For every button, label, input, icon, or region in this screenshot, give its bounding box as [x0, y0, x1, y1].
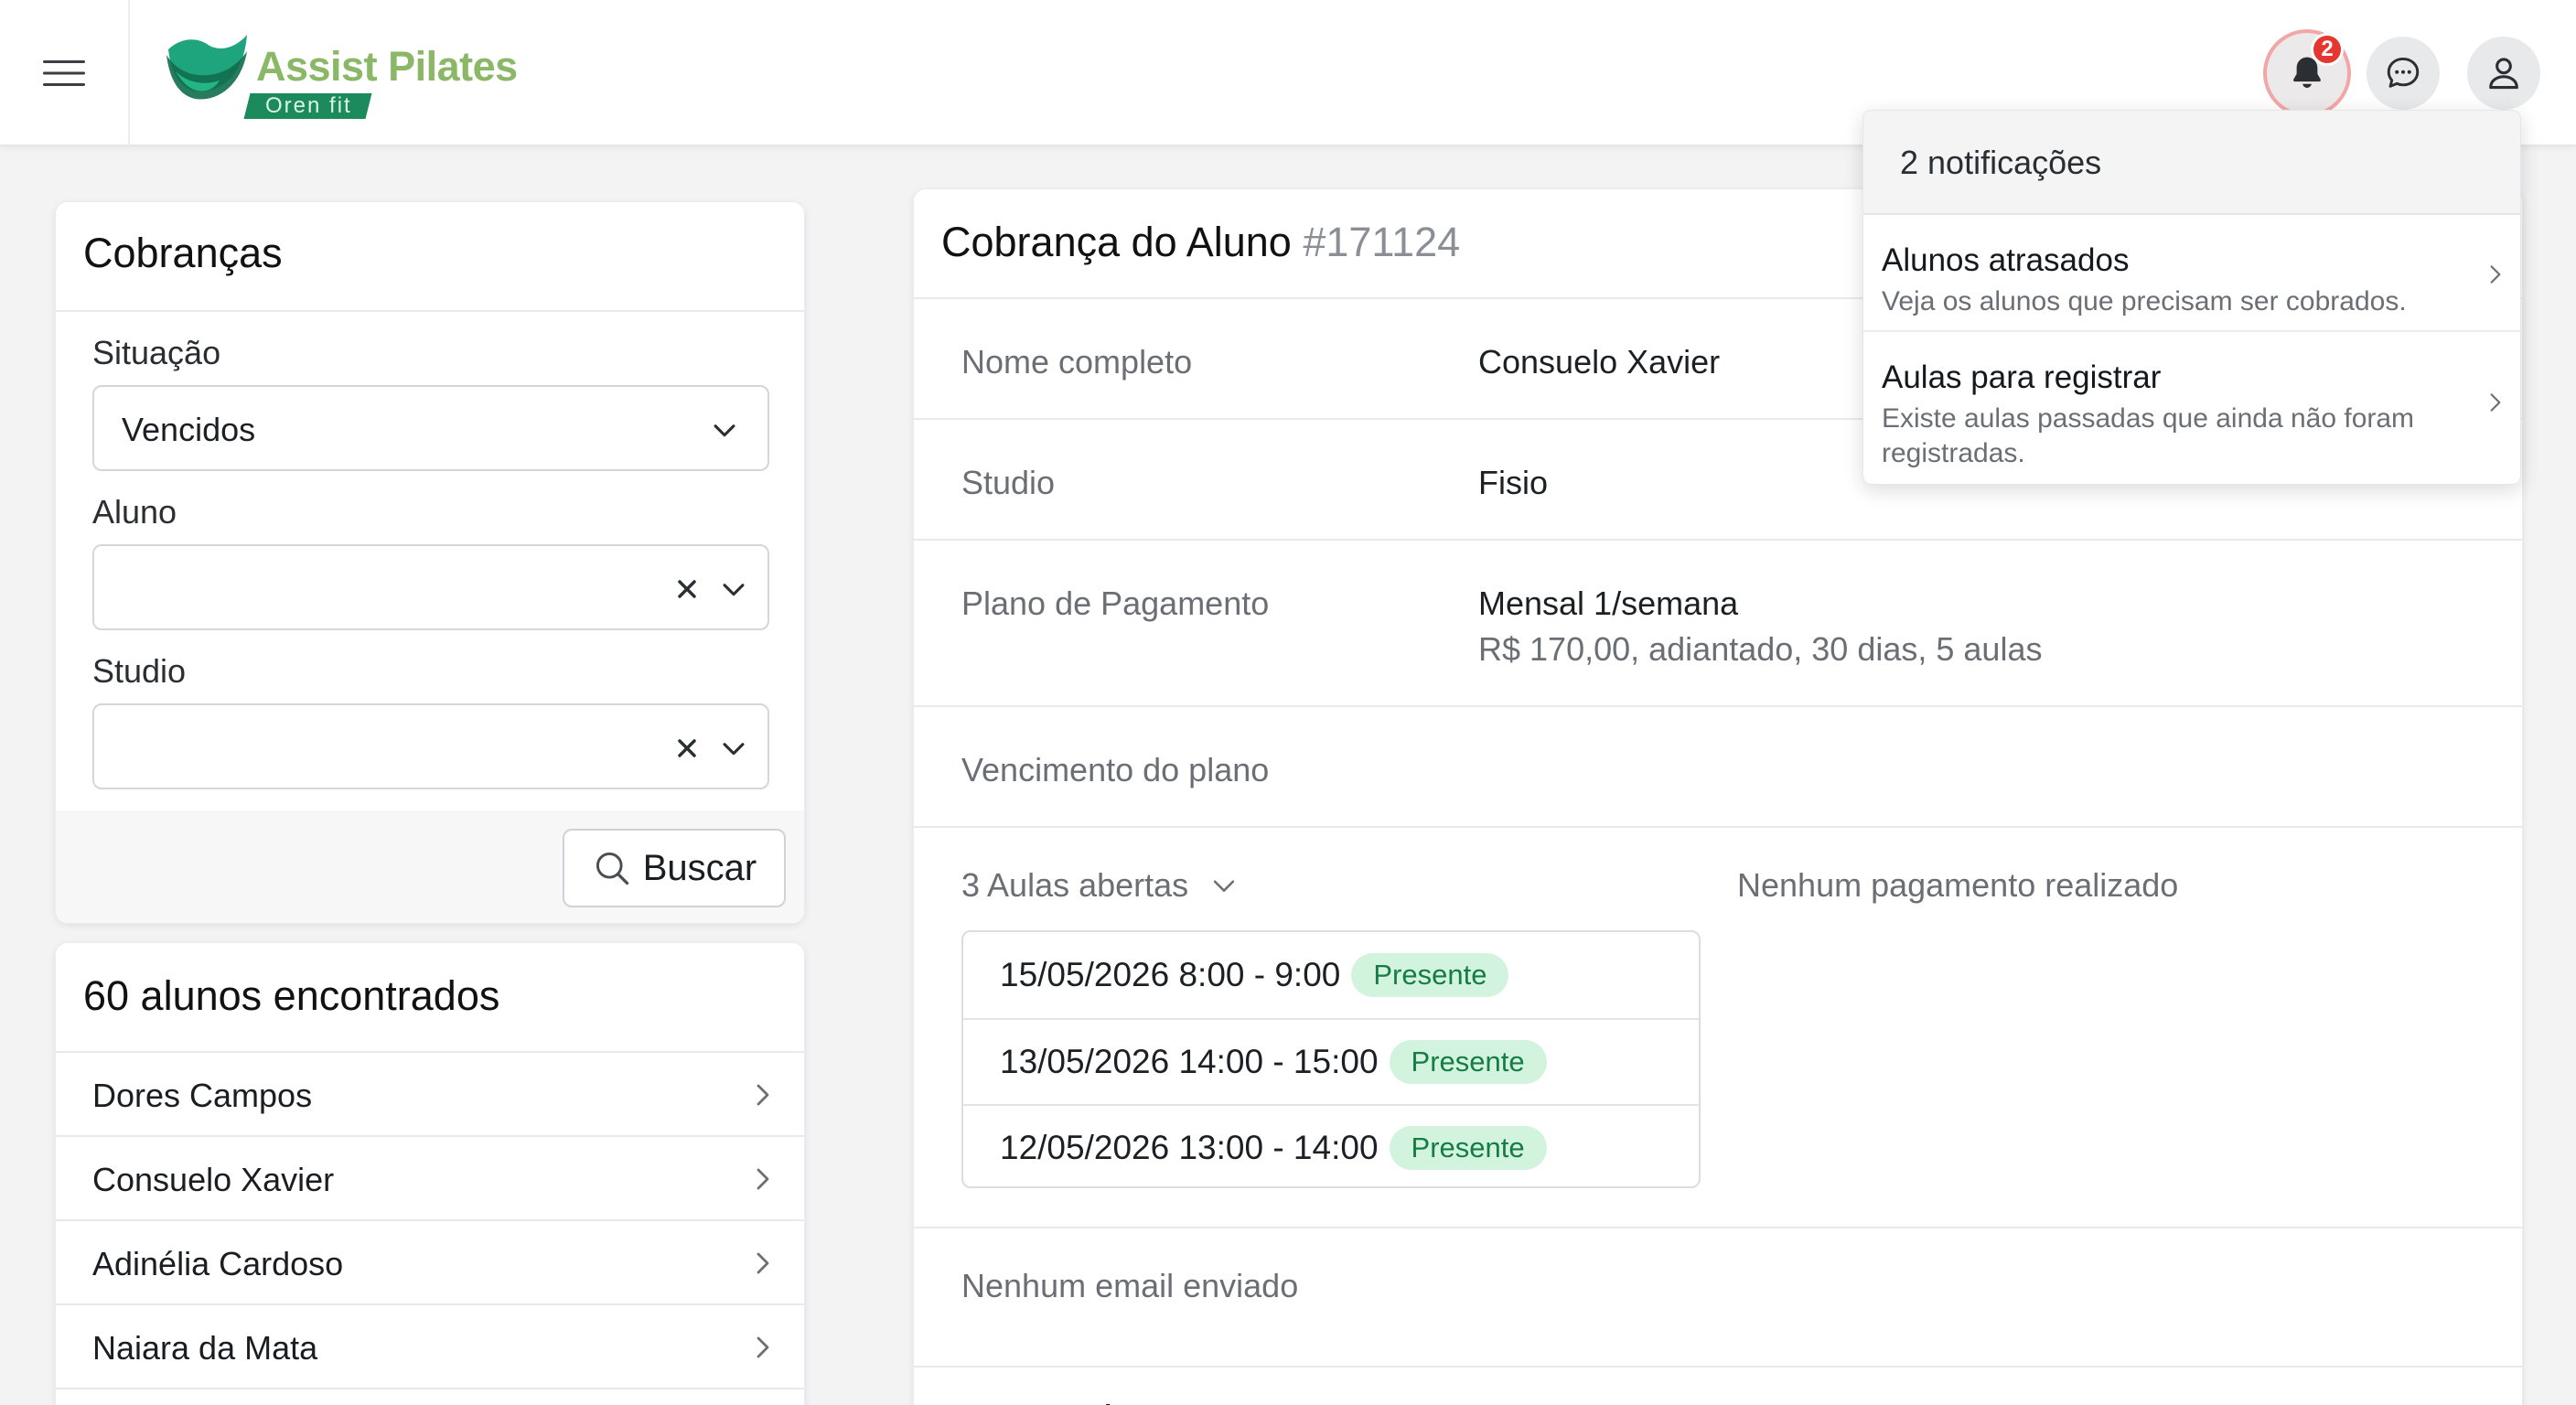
notification-description: Veja os alunos que precisam ser cobrados… [1882, 286, 2407, 316]
status-badge: Presente [1351, 953, 1509, 997]
class-row[interactable]: 13/05/2026 14:00 - 15:00 Presente [963, 1018, 1699, 1104]
student-list-item[interactable]: Consuelo Xavier [56, 1135, 804, 1219]
charge-title: Cobrança do Aluno #171124 [941, 219, 1460, 266]
notification-item[interactable]: Aulas para registrar Existe aulas passad… [1863, 334, 2520, 484]
divider [914, 826, 2522, 828]
student-name: Consuelo Xavier [92, 1161, 335, 1198]
charge-number: #171124 [1303, 219, 1461, 265]
nome-label: Nome completo [961, 343, 1193, 381]
notification-count-badge: 2 [2311, 33, 2344, 66]
chevron-right-icon [757, 1252, 769, 1274]
notification-description: Existe aulas passadas que ainda não fora… [1882, 403, 2415, 468]
notifications-header: 2 notificações [1863, 111, 2520, 215]
plano-value: Mensal 1/semana [1478, 585, 1739, 622]
aluno-label: Aluno [92, 493, 177, 531]
clear-icon[interactable] [672, 733, 702, 764]
notifications-button[interactable]: 2 [2263, 29, 2351, 117]
notification-title: Alunos atrasados [1882, 242, 2130, 278]
student-name: Adinélia Cardoso [92, 1245, 344, 1282]
hamburger-icon [43, 60, 85, 86]
chevron-down-icon [714, 424, 735, 437]
studio-label: Studio [92, 652, 187, 690]
divider [914, 1366, 2522, 1367]
search-button-label: Buscar [642, 847, 757, 888]
charge-title-text: Cobrança do Aluno [941, 219, 1292, 265]
filters-card: Cobranças Situação Vencidos Aluno Studio [55, 201, 805, 924]
student-list-item[interactable]: Dores Campos [56, 1051, 804, 1135]
notifications-dropdown: 2 notificações Alunos atrasados Veja os … [1862, 110, 2521, 485]
brand-subtitle: Oren fit [243, 93, 372, 119]
student-list-item[interactable]: Adinélia Cardoso [56, 1219, 804, 1303]
studio-detail-value: Fisio [1478, 464, 1549, 501]
chevron-down-icon [1213, 880, 1235, 892]
plano-label: Plano de Pagamento [961, 585, 1270, 622]
open-classes-toggle[interactable]: 3 Aulas abertas [961, 866, 1240, 905]
class-row[interactable]: 12/05/2026 13:00 - 14:00 Presente [963, 1104, 1699, 1186]
class-datetime: 15/05/2026 8:00 - 9:00 [1000, 956, 1341, 993]
user-menu-button[interactable] [2467, 37, 2540, 110]
students-count-title: 60 alunos encontrados [83, 972, 500, 1019]
chevron-right-icon [2490, 393, 2501, 412]
situacao-select[interactable]: Vencidos [92, 385, 769, 471]
no-email-text: Nenhum email enviado [961, 1267, 1299, 1304]
brand-logo[interactable]: Assist Pilates Oren fit [163, 31, 518, 119]
filters-title: Cobranças [83, 230, 283, 276]
nome-value: Consuelo Xavier [1478, 343, 1721, 381]
brand-leaf-icon [163, 31, 251, 114]
divider [914, 1227, 2522, 1228]
filters-footer: Buscar [56, 810, 804, 923]
chevron-right-icon [757, 1336, 769, 1358]
students-card: 60 alunos encontrados Dores Campos Consu… [55, 942, 805, 1405]
student-name: Dores Campos [92, 1077, 313, 1114]
student-list-item[interactable] [56, 1388, 804, 1405]
user-icon [2489, 58, 2518, 90]
open-classes-list: 15/05/2026 8:00 - 9:00 Presente 13/05/20… [961, 930, 1701, 1188]
status-badge: Presente [1389, 1040, 1547, 1084]
chevron-right-icon [757, 1084, 769, 1106]
plano-detail: R$ 170,00, adiantado, 30 dias, 5 aulas [1478, 630, 2043, 668]
chat-icon [2387, 57, 2420, 88]
chevron-right-icon [2490, 265, 2501, 284]
class-row[interactable]: 15/05/2026 8:00 - 9:00 Presente [963, 932, 1699, 1018]
class-datetime: 12/05/2026 13:00 - 14:00 [1000, 1129, 1379, 1166]
studio-select[interactable] [92, 703, 769, 789]
divider [914, 705, 2522, 707]
no-payment-text: Nenhum pagamento realizado [1737, 866, 2179, 904]
class-datetime: 13/05/2026 14:00 - 15:00 [1000, 1043, 1379, 1080]
chevron-down-icon [723, 584, 745, 596]
messages-button[interactable] [2367, 37, 2440, 110]
search-icon [596, 852, 628, 885]
studio-detail-label: Studio [961, 464, 1056, 501]
brand-name: Assist Pilates [256, 43, 518, 90]
notification-item[interactable]: Alunos atrasados Veja os alunos que prec… [1863, 215, 2520, 332]
situacao-label: Situação [92, 334, 221, 371]
notifications-count-text: 2 notificações [1900, 144, 2102, 181]
section-title-cut: Funçoed [952, 1397, 1112, 1405]
notification-title: Aulas para registrar [1882, 359, 2162, 395]
open-classes-label: 3 Aulas abertas [961, 866, 1189, 904]
status-badge: Presente [1389, 1126, 1547, 1170]
divider [914, 539, 2522, 541]
chevron-down-icon [723, 743, 745, 756]
clear-icon[interactable] [672, 574, 702, 605]
student-name: Naiara da Mata [92, 1329, 318, 1367]
student-list-item[interactable]: Naiara da Mata [56, 1303, 804, 1388]
situacao-value: Vencidos [122, 411, 256, 448]
menu-button[interactable] [0, 0, 130, 146]
aluno-select[interactable] [92, 544, 769, 630]
divider [56, 310, 804, 312]
vencimento-label: Vencimento do plano [961, 751, 1270, 788]
chevron-right-icon [757, 1168, 769, 1190]
search-button[interactable]: Buscar [563, 829, 786, 907]
